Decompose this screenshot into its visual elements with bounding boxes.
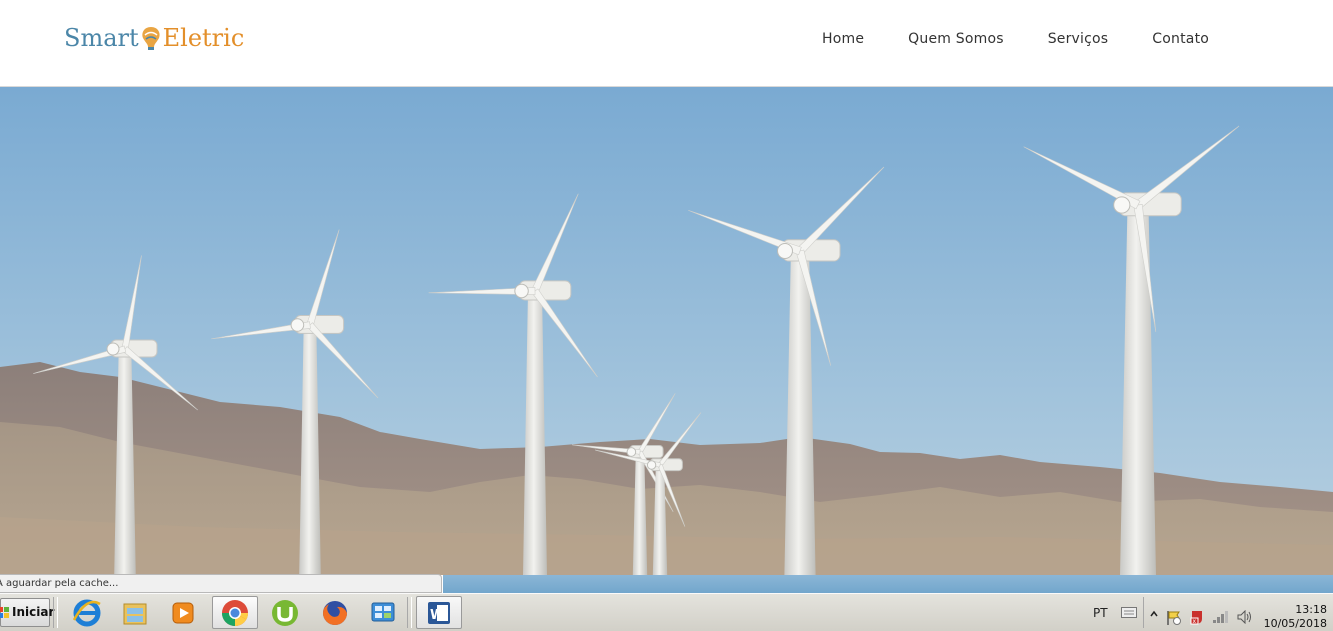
logo-text-eletric: Eletric — [162, 24, 245, 52]
system-tray: x 13:18 10/05/2018 — [1143, 597, 1333, 631]
hero-banner — [0, 87, 1333, 575]
wind-turbines-image — [0, 87, 1333, 575]
svg-text:x: x — [1193, 618, 1197, 625]
turbine-hub — [777, 243, 793, 259]
firefox-icon — [323, 600, 347, 625]
file-explorer-icon — [123, 603, 147, 624]
start-button[interactable]: Iniciar — [0, 598, 54, 627]
site-header: Smart Eletric Home Quem Somos Serviços C… — [0, 0, 1333, 87]
firefox-button[interactable] — [312, 596, 358, 629]
clock-date: 10/05/2018 — [1263, 617, 1327, 630]
turbine-hub — [290, 318, 305, 332]
nav-contato[interactable]: Contato — [1152, 31, 1209, 47]
nav-home[interactable]: Home — [822, 31, 864, 47]
turbine-hub — [626, 447, 637, 457]
show-hidden-icons-icon[interactable] — [1150, 610, 1158, 620]
browser-status-text: A aguardar pela cache... — [0, 578, 119, 589]
utorrent-button[interactable] — [262, 596, 308, 629]
bulb-logo-icon — [142, 27, 160, 50]
taskbar-separator — [53, 597, 58, 628]
turbine-hub — [1113, 196, 1131, 214]
word-button[interactable]: W — [416, 596, 462, 629]
keyboard-icon[interactable] — [1121, 607, 1137, 618]
site-logo[interactable]: Smart Eletric — [64, 24, 244, 52]
nav-servicos[interactable]: Serviços — [1048, 31, 1109, 47]
word-icon: W — [428, 601, 450, 624]
network-signal-icon[interactable] — [1212, 610, 1230, 624]
turbine-hub — [646, 460, 657, 470]
control-panel-button[interactable] — [360, 596, 406, 629]
page-footer-strip — [443, 575, 1333, 593]
main-nav: Home Quem Somos Serviços Contato — [822, 31, 1253, 47]
turbine-hub — [106, 342, 120, 356]
chrome-button[interactable] — [212, 596, 258, 629]
action-center-flag-icon[interactable] — [1166, 610, 1182, 625]
logo-text-smart: Smart — [64, 24, 139, 52]
volume-icon[interactable] — [1237, 610, 1253, 624]
svg-text:W: W — [430, 608, 444, 623]
utorrent-icon — [272, 599, 298, 626]
system-clock[interactable]: 13:18 10/05/2018 — [1264, 603, 1327, 631]
browser-status-bar: A aguardar pela cache... — [0, 574, 442, 593]
internet-explorer-icon — [72, 599, 101, 626]
turbine-hub — [514, 283, 529, 299]
control-panel-icon — [371, 602, 395, 621]
taskbar-separator — [407, 597, 412, 628]
language-indicator[interactable]: PT — [1093, 606, 1108, 620]
windows-logo-icon — [0, 607, 9, 618]
security-alert-icon[interactable]: x — [1189, 610, 1205, 625]
media-player-button[interactable] — [160, 596, 206, 629]
media-player-icon — [172, 602, 194, 623]
internet-explorer-button[interactable] — [64, 596, 110, 629]
chrome-icon — [221, 599, 249, 626]
clock-time: 13:18 — [1295, 603, 1327, 616]
file-explorer-button[interactable] — [112, 596, 158, 629]
start-label: Iniciar — [12, 605, 55, 619]
nav-quem-somos[interactable]: Quem Somos — [908, 31, 1004, 47]
windows-taskbar: Iniciar W PT x 13:18 10/05/2018 — [0, 593, 1333, 631]
